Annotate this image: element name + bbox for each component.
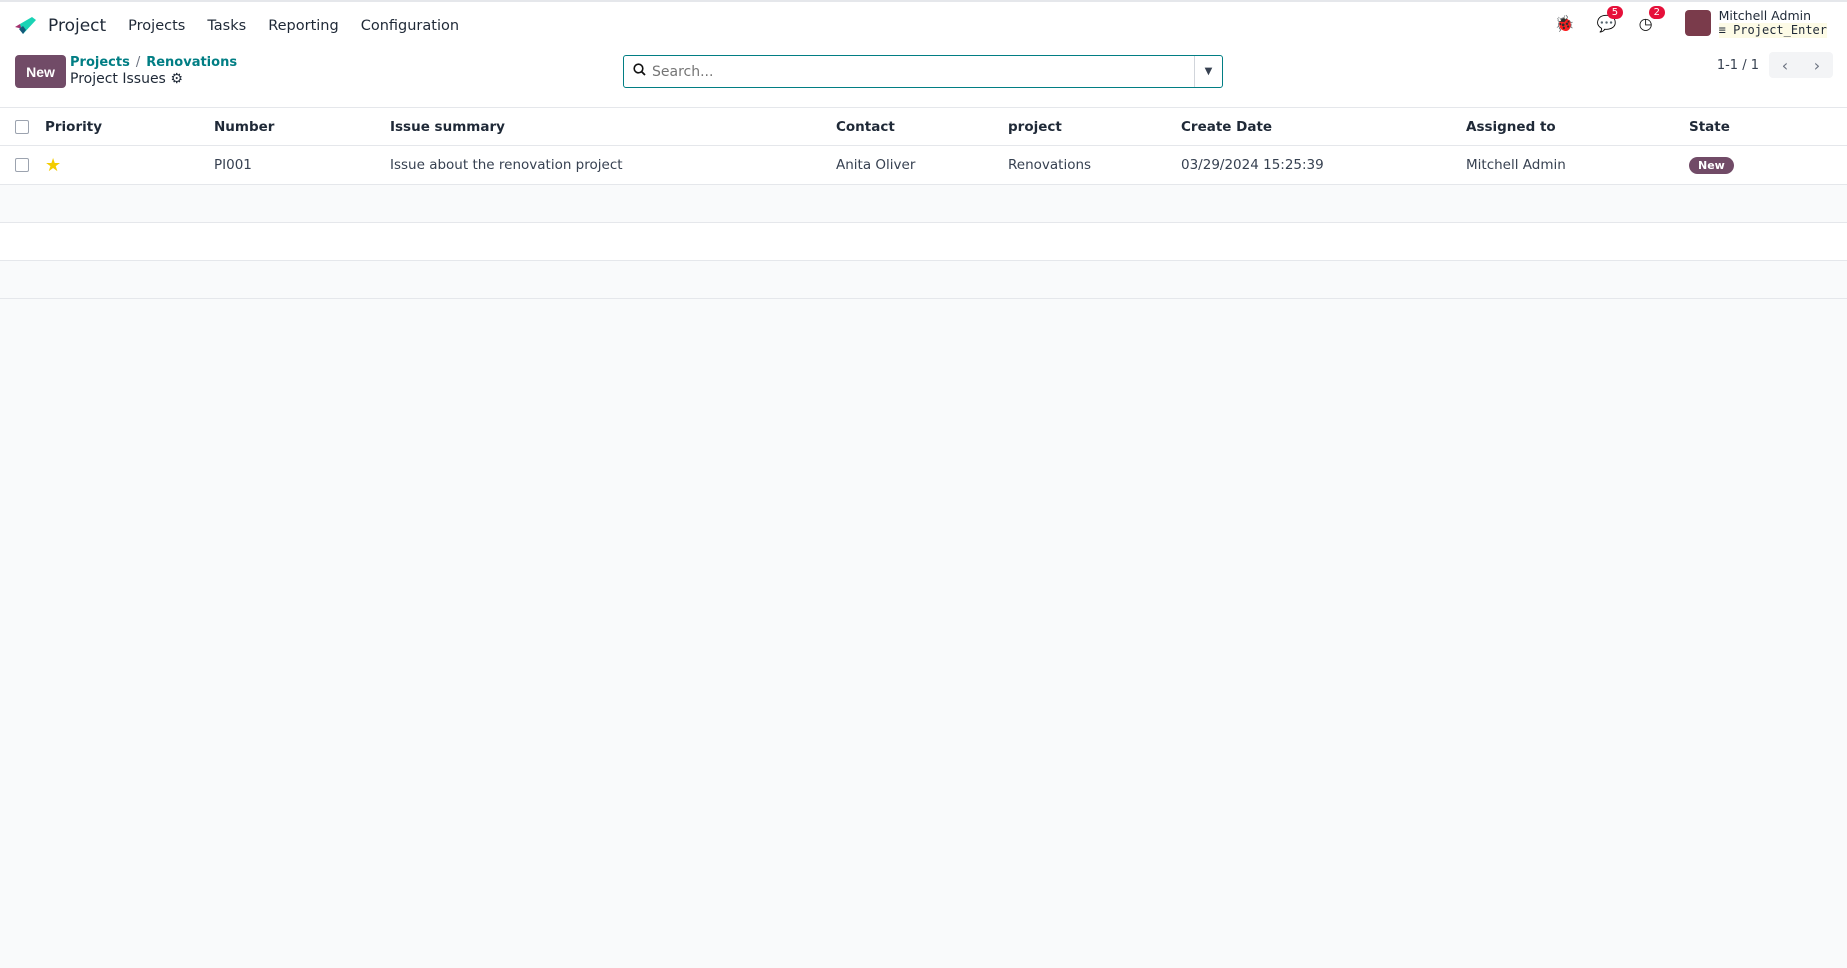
cell-contact: Anita Oliver [836, 145, 1008, 185]
breadcrumb-renovations[interactable]: Renovations [146, 55, 237, 70]
cell-create-date: 03/29/2024 15:25:39 [1181, 145, 1466, 185]
cell-assigned: Mitchell Admin [1466, 145, 1689, 185]
breadcrumb-projects[interactable]: Projects [70, 55, 130, 70]
menu-tasks[interactable]: Tasks [207, 18, 246, 34]
search-options-toggle-icon[interactable]: ▼ [1194, 56, 1222, 87]
page-title: Project Issues [70, 71, 166, 87]
table-row[interactable]: ★ PI001 Issue about the renovation proje… [0, 145, 1847, 185]
pager: 1-1 / 1 ‹ › [1717, 52, 1833, 78]
search-input[interactable] [646, 63, 1194, 80]
activities-clock-icon[interactable]: ◷ 2 [1639, 5, 1666, 33]
top-navbar: Project Projects Tasks Reporting Configu… [0, 0, 1847, 50]
database-name: Project_Enter [1733, 23, 1827, 37]
pager-value[interactable]: 1-1 / 1 [1717, 58, 1759, 73]
pager-next-icon[interactable]: › [1801, 52, 1833, 78]
menu-reporting[interactable]: Reporting [268, 18, 339, 34]
pager-previous-icon[interactable]: ‹ [1769, 52, 1801, 78]
header-contact[interactable]: Contact [836, 107, 1008, 146]
empty-row [0, 184, 1847, 223]
header-create-date[interactable]: Create Date [1181, 107, 1466, 146]
header-issue-summary[interactable]: Issue summary [390, 107, 836, 146]
user-name: Mitchell Admin [1718, 8, 1812, 23]
header-state[interactable]: State [1689, 107, 1847, 146]
header-project[interactable]: project [1008, 107, 1181, 146]
menu-configuration[interactable]: Configuration [361, 18, 459, 34]
empty-row [0, 222, 1847, 261]
header-number[interactable]: Number [214, 107, 390, 146]
issues-table: Priority Number Issue summary Contact pr… [0, 107, 1847, 299]
select-all-checkbox[interactable] [15, 119, 29, 134]
avatar [1684, 10, 1711, 36]
messages-icon[interactable]: 💬 5 [1597, 5, 1624, 33]
breadcrumb: Projects / Renovations Project Issues ⚙ [70, 55, 237, 87]
activities-badge: 2 [1648, 5, 1666, 19]
database-icon: ≡ [1718, 23, 1726, 37]
cell-project: Renovations [1008, 145, 1181, 185]
priority-star-icon[interactable]: ★ [45, 155, 61, 176]
debug-bug-icon[interactable]: 🐞 [1555, 14, 1575, 33]
cell-number: PI001 [214, 145, 390, 185]
row-checkbox[interactable] [15, 158, 29, 172]
status-badge: New [1689, 157, 1734, 174]
search-icon [624, 63, 646, 80]
header-priority[interactable]: Priority [45, 107, 214, 146]
search-bar: ▼ [623, 55, 1223, 88]
breadcrumb-separator: / [135, 55, 141, 70]
gear-icon[interactable]: ⚙ [170, 71, 183, 87]
user-menu[interactable]: Mitchell Admin ≡ Project_Enter [1675, 8, 1827, 38]
control-panel: New Projects / Renovations Project Issues … [0, 50, 1847, 107]
new-button[interactable]: New [15, 55, 66, 88]
menu-projects[interactable]: Projects [128, 18, 185, 34]
project-app-logo-icon[interactable] [14, 15, 38, 37]
messages-badge: 5 [1606, 5, 1624, 19]
header-assigned-to[interactable]: Assigned to [1466, 107, 1689, 146]
cell-summary: Issue about the renovation project [390, 145, 836, 185]
empty-row [0, 260, 1847, 299]
app-name[interactable]: Project [48, 16, 106, 36]
